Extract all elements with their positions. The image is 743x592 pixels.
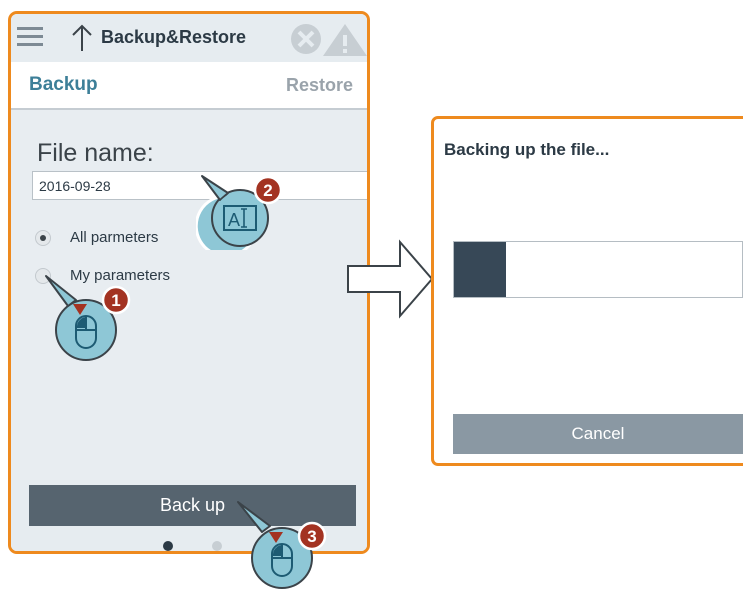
radio-all-parameters[interactable] [35, 230, 51, 246]
step-3-callout: 3 [237, 501, 327, 589]
step-1-callout: 1 [45, 275, 131, 361]
step-number-3: 3 [307, 527, 316, 546]
page-indicator-active [163, 541, 173, 551]
cancel-button[interactable]: Cancel [453, 414, 743, 454]
step-2-callout: A 2 [196, 174, 283, 250]
backup-progress-dialog: Backing up the file... Cancel [431, 116, 743, 466]
back-arrow-icon[interactable] [71, 23, 93, 53]
tab-backup[interactable]: Backup [29, 74, 98, 96]
page-indicator [212, 541, 222, 551]
tab-bar: Backup Restore [11, 62, 367, 110]
step-number-1: 1 [111, 291, 120, 310]
tab-restore[interactable]: Restore [286, 75, 353, 96]
step-number-2: 2 [263, 181, 272, 200]
menu-icon[interactable] [17, 26, 43, 48]
progress-bar-fill [454, 242, 506, 297]
flow-arrow-icon [347, 239, 434, 319]
progress-bar [453, 241, 743, 298]
status-alert-icon [291, 24, 367, 56]
file-name-label: File name: [37, 139, 154, 167]
svg-text:A: A [228, 210, 240, 230]
dialog-title: Backing up the file... [444, 140, 610, 159]
app-bar: Backup&Restore [11, 14, 367, 62]
option-label: All parmeters [70, 229, 159, 246]
page-title: Backup&Restore [101, 27, 247, 47]
